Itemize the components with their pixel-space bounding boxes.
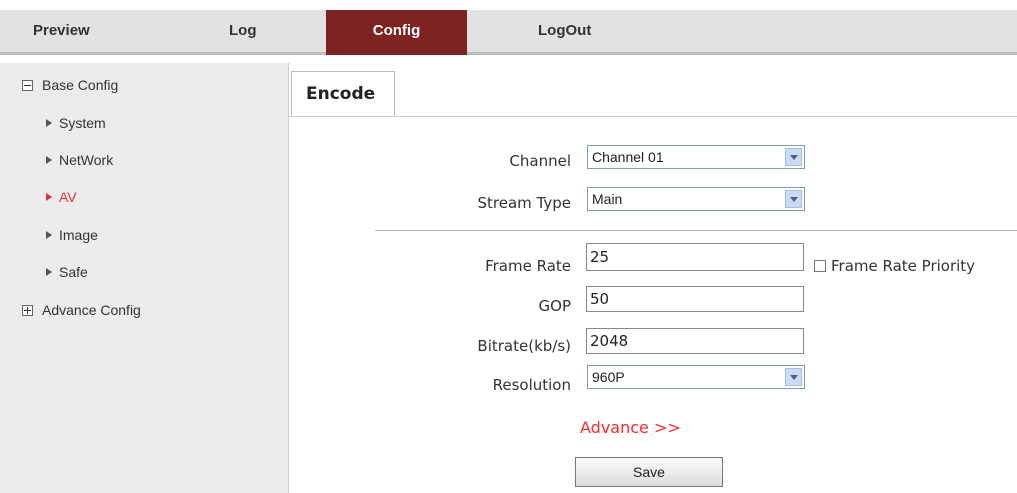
channel-label: Channel bbox=[509, 152, 571, 170]
save-button[interactable]: Save bbox=[575, 457, 723, 487]
sidebar-item-av[interactable]: AV bbox=[46, 187, 77, 207]
sidebar-item-label: System bbox=[59, 115, 106, 131]
channel-select[interactable]: Channel 01 bbox=[587, 145, 805, 169]
expand-icon[interactable] bbox=[22, 304, 33, 316]
frame-rate-input[interactable]: 25 bbox=[586, 243, 804, 271]
top-nav-bar: Preview Log Config LogOut bbox=[0, 0, 1017, 55]
sidebar-item-image[interactable]: Image bbox=[46, 225, 98, 245]
nav-tab-logout[interactable]: LogOut bbox=[538, 10, 591, 52]
sidebar-item-label: Image bbox=[59, 227, 98, 243]
triangle-right-icon bbox=[46, 156, 52, 165]
triangle-right-icon bbox=[46, 119, 52, 128]
nav-tab-log[interactable]: Log bbox=[229, 10, 257, 52]
top-nav-background bbox=[0, 10, 1017, 52]
section-divider bbox=[375, 230, 1017, 231]
top-nav-divider bbox=[0, 52, 1017, 55]
bitrate-input[interactable]: 2048 bbox=[586, 328, 804, 354]
nav-tab-preview[interactable]: Preview bbox=[33, 10, 90, 52]
sidebar-item-network[interactable]: NetWork bbox=[46, 150, 113, 170]
stream-type-label: Stream Type bbox=[477, 194, 572, 212]
nav-tab-config[interactable]: Config bbox=[326, 10, 467, 55]
advance-link[interactable]: Advance >> bbox=[580, 418, 681, 437]
sidebar: Base Config System NetWork AV Image Safe… bbox=[0, 63, 289, 493]
main-panel: Encode Channel Channel 01 Stream Type Ma… bbox=[289, 63, 1017, 493]
frame-rate-priority-checkbox[interactable]: Frame Rate Priority bbox=[814, 256, 975, 276]
chevron-down-icon[interactable] bbox=[785, 148, 802, 166]
tree-node-base-config[interactable]: Base Config bbox=[22, 75, 118, 95]
triangle-right-icon bbox=[46, 231, 52, 240]
frame-rate-priority-label: Frame Rate Priority bbox=[831, 257, 976, 275]
sidebar-item-label: NetWork bbox=[59, 152, 114, 168]
chevron-down-icon[interactable] bbox=[785, 190, 802, 208]
sidebar-item-safe[interactable]: Safe bbox=[46, 262, 88, 282]
sidebar-item-label: AV bbox=[59, 189, 77, 205]
tree-node-label: Base Config bbox=[42, 77, 119, 93]
gop-input[interactable]: 50 bbox=[586, 286, 804, 312]
resolution-select[interactable]: 960P bbox=[587, 365, 805, 389]
resolution-label: Resolution bbox=[492, 376, 571, 394]
triangle-right-icon bbox=[46, 193, 52, 202]
sidebar-item-system[interactable]: System bbox=[46, 113, 106, 133]
collapse-icon[interactable] bbox=[22, 79, 33, 91]
tab-bar: Encode bbox=[289, 63, 1017, 117]
chevron-down-icon[interactable] bbox=[785, 368, 802, 386]
triangle-right-icon bbox=[46, 268, 52, 277]
stream-type-select-value: Main bbox=[592, 191, 623, 207]
frame-rate-label: Frame Rate bbox=[485, 257, 571, 275]
resolution-select-value: 960P bbox=[592, 369, 625, 385]
stream-type-select[interactable]: Main bbox=[587, 187, 805, 211]
tab-encode[interactable]: Encode bbox=[291, 71, 395, 116]
gop-label: GOP bbox=[538, 297, 571, 315]
bitrate-label: Bitrate(kb/s) bbox=[477, 337, 571, 355]
sidebar-item-label: Safe bbox=[59, 264, 88, 280]
tree-node-advance-config[interactable]: Advance Config bbox=[22, 300, 141, 320]
checkbox-icon[interactable] bbox=[814, 259, 826, 272]
tree-node-label: Advance Config bbox=[42, 302, 141, 318]
channel-select-value: Channel 01 bbox=[592, 149, 664, 165]
